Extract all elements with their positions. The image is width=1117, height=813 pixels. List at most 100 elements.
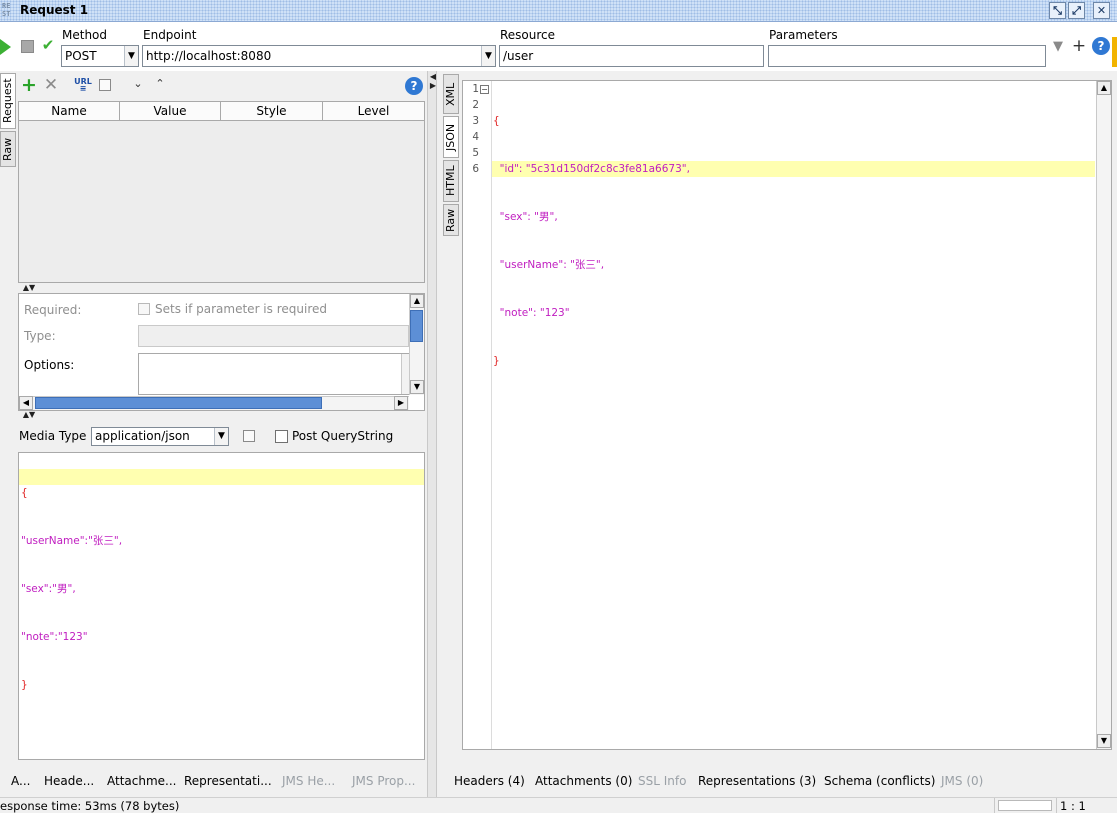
details-hscroll-thumb[interactable] [35,397,322,409]
rest-logo-icon: RE ST [2,2,11,18]
tab-jms-properties[interactable]: JMS Prop... [352,774,415,788]
column-style[interactable]: Style [221,102,323,121]
request-body-code: { "userName":"张三", "sex":"男", "note":"12… [21,453,122,709]
chevron-down-icon[interactable]: ▼ [124,46,138,66]
media-type-label: Media Type [19,429,87,443]
details-scroll-right-icon[interactable]: ▶ [394,396,408,410]
media-type-select[interactable]: application/json [91,427,229,446]
run-request-icon[interactable] [0,39,11,55]
tab-response-raw[interactable]: Raw [443,204,459,236]
required-checkbox[interactable] [138,303,150,315]
details-scroll-left-icon[interactable]: ◀ [19,396,33,410]
tab-html[interactable]: HTML [443,160,459,202]
tab-attachments[interactable]: Attachme... [107,774,176,788]
body-line: } [21,679,28,691]
status-divider-2 [1056,798,1057,813]
add-param-icon[interactable]: + [1071,36,1087,56]
line-number: 6 [472,163,479,175]
resource-label: Resource [500,28,556,42]
add-parameter-icon[interactable]: + [21,76,37,95]
options-scrollbar[interactable] [401,354,409,394]
post-querystring-label: Post QueryString [292,429,394,443]
resource-value: /user [503,49,534,63]
details-scroll-thumb[interactable] [410,310,423,342]
required-checkbox-label: Sets if parameter is required [155,302,327,316]
cursor-position: 1 : 1 [1060,799,1086,813]
response-json-code: { "id": "5c31d150df2c8c3fe81a6673", "sex… [493,81,690,385]
tab-json[interactable]: JSON [443,116,459,158]
media-type-value: application/json [95,429,190,443]
window-title-bar [0,0,1117,22]
request-help-icon[interactable]: ? [405,77,423,95]
details-scroll-up-icon[interactable]: ▲ [410,294,424,308]
fold-toggle-icon[interactable]: − [480,85,489,94]
response-scroll-down-icon[interactable]: ▼ [1097,734,1111,748]
body-line: { [21,487,28,499]
tab-schema[interactable]: Schema (conflicts) [824,774,935,788]
tab-xml[interactable]: XML [443,74,459,114]
json-line: { [493,115,500,127]
tab-jms[interactable]: JMS (0) [941,774,983,788]
column-value[interactable]: Value [120,102,221,121]
column-level[interactable]: Level [323,102,424,121]
endpoint-dropdown-icon[interactable]: ▼ [481,46,495,66]
type-field[interactable] [138,325,409,347]
param-view-icon[interactable] [99,79,111,91]
tab-request[interactable]: Request [0,73,16,129]
json-line: "userName": "张三", [493,259,605,271]
body-line: "note":"123" [21,631,88,643]
body-line: "sex":"男", [21,583,76,595]
remove-parameter-icon[interactable]: ✕ [43,76,59,94]
restore-icon[interactable]: ⤡ [1049,2,1066,19]
post-querystring-checkbox[interactable] [275,430,288,443]
splitter-handle-icon[interactable]: ▲▼ [18,284,40,292]
tab-response-representations[interactable]: Representations (3) [698,774,816,788]
url-encode-icon[interactable]: URL ≡ [74,78,92,93]
tab-response-attachments[interactable]: Attachments (0) [535,774,632,788]
media-type-view-icon[interactable] [243,430,255,442]
response-edge-marker [1112,37,1117,67]
tab-headers[interactable]: Heade... [44,774,94,788]
close-icon[interactable]: ✕ [1093,2,1110,19]
status-progress [998,800,1052,811]
splitter-handle-2-icon[interactable]: ▲▼ [18,411,40,419]
move-down-icon[interactable]: ⌄ [131,77,145,93]
options-label: Options: [24,358,75,372]
collapse-arrows-icon[interactable]: ◀ ▶ [429,72,437,90]
parameters-grid[interactable] [18,101,425,283]
window-title: Request 1 [20,3,89,17]
parameters-field[interactable] [768,45,1046,67]
filter-icon[interactable]: ▼ [1050,39,1066,55]
tab-ssl-info[interactable]: SSL Info [638,774,686,788]
endpoint-label: Endpoint [143,28,197,42]
gutter-separator [491,81,492,749]
endpoint-value: http://localhost:8080 [146,49,272,63]
move-up-icon[interactable]: ⌃ [153,77,167,93]
column-name[interactable]: Name [19,102,120,121]
details-scroll-down-icon[interactable]: ▼ [410,380,424,394]
resource-field[interactable]: /user [499,45,764,67]
tab-response-headers[interactable]: Headers (4) [454,774,525,788]
help-icon[interactable]: ? [1092,37,1110,55]
tab-representations[interactable]: Representati... [184,774,272,788]
status-divider [994,798,995,813]
media-type-dropdown-icon[interactable]: ▼ [214,428,228,445]
response-vertical-scrollbar[interactable] [1096,81,1111,749]
body-line: "userName":"张三", [21,535,123,547]
check-request-icon[interactable]: ✔ [40,36,56,54]
json-line: } [493,355,500,367]
tab-auth[interactable]: A... [11,774,30,788]
panel-splitter[interactable] [427,71,437,797]
line-number: 5 [472,147,479,159]
maximize-icon[interactable]: ⤢ [1068,2,1085,19]
tab-jms-headers[interactable]: JMS He... [282,774,335,788]
line-number: 4 [472,131,479,143]
type-label: Type: [24,329,56,343]
tab-request-raw[interactable]: Raw [0,131,16,167]
options-field[interactable] [138,353,409,395]
response-scroll-up-icon[interactable]: ▲ [1097,81,1111,95]
stop-request-icon[interactable] [21,40,34,53]
endpoint-combo[interactable]: http://localhost:8080 [142,45,496,67]
line-numbers: 1 2 3 4 5 6 [463,81,479,177]
method-label: Method [62,28,108,42]
